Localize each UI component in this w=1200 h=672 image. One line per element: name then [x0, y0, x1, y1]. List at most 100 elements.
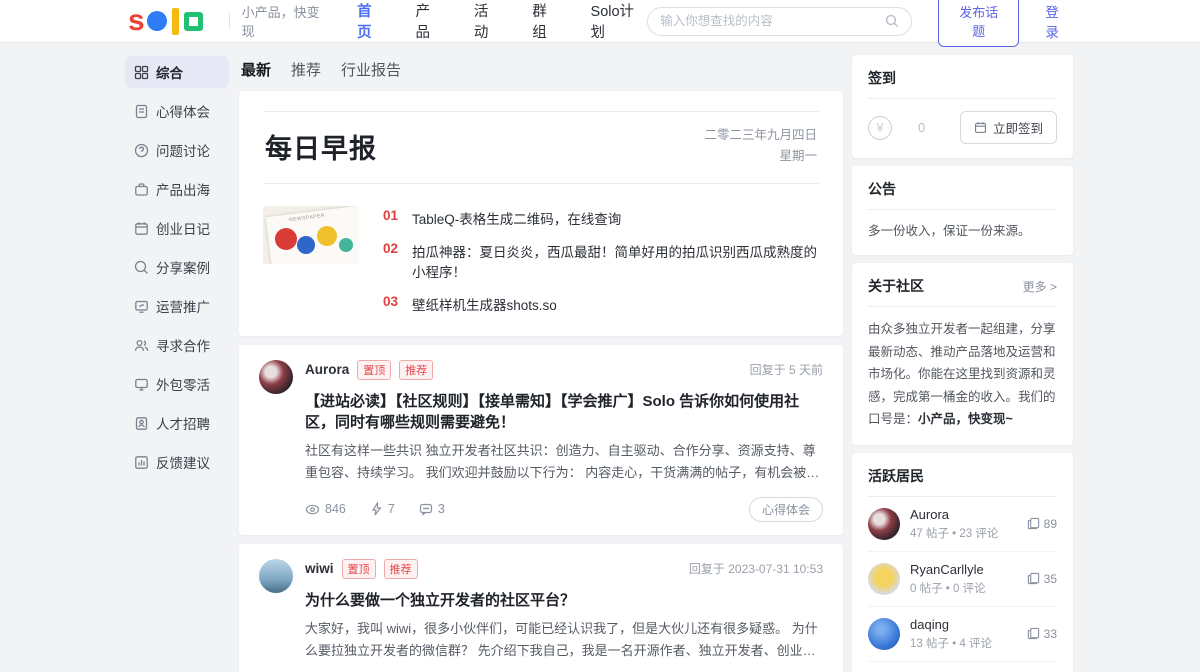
sidebar-item-label: 寻求合作: [156, 335, 210, 355]
post-card[interactable]: wiwi 置顶 推荐 回复于 2023-07-31 10:53 为什么要做一个独…: [239, 544, 843, 672]
avatar[interactable]: [259, 360, 293, 394]
logo-bar-icon: [172, 8, 179, 35]
search-box[interactable]: [647, 7, 912, 36]
search-icon[interactable]: [885, 14, 899, 28]
more-link[interactable]: 更多 >: [1023, 278, 1057, 295]
sidebar-item-overseas[interactable]: 产品出海: [125, 173, 229, 205]
question-icon: [134, 143, 149, 158]
resident-name[interactable]: daqing: [910, 617, 1027, 632]
sidebar-item-label: 分享案例: [156, 257, 210, 277]
tagline-wrap: 小产品，快变现: [217, 2, 331, 40]
post-time: 回复于 2023-07-31 10:53: [689, 560, 823, 577]
active-residents-card: 活跃居民 Aurora 47 帖子 • 23 评论 89 RyanCarllyl…: [852, 453, 1073, 672]
nav-home[interactable]: 首页: [357, 0, 385, 42]
id-card-icon: [134, 416, 149, 431]
announcement-title: 公告: [868, 179, 896, 199]
sidebar-item-feedback[interactable]: 反馈建议: [125, 446, 229, 478]
nav-solo-plan[interactable]: Solo计划: [591, 0, 648, 42]
daily-item[interactable]: 02 拍瓜神器：夏日炎炎，西瓜最甜！简单好用的拍瓜识别西瓜成熟度的小程序！: [383, 241, 819, 281]
lightning-icon: [370, 502, 383, 516]
daily-report-thumbnail[interactable]: NEWSPAPER: [263, 206, 359, 264]
comments-stat[interactable]: 3: [419, 502, 445, 516]
sidebar-item-experience[interactable]: 心得体会: [125, 95, 229, 127]
chat-screen-icon: [134, 299, 149, 314]
about-slogan: 小产品，快变现~: [918, 412, 1013, 426]
resident-name[interactable]: Aurora: [910, 507, 1027, 522]
sidebar-item-cooperation[interactable]: 寻求合作: [125, 329, 229, 361]
tab-latest[interactable]: 最新: [241, 59, 271, 80]
sidebar-item-label: 产品出海: [156, 179, 210, 199]
grid-icon: [134, 65, 149, 80]
site-tagline: 小产品，快变现: [242, 2, 331, 40]
tab-industry-report[interactable]: 行业报告: [341, 59, 401, 80]
announcement-card: 公告 多一份收入，保证一份来源。: [852, 166, 1073, 255]
sidebar-item-diary[interactable]: 创业日记: [125, 212, 229, 244]
resident-name[interactable]: RyanCarllyle: [910, 562, 1027, 577]
post-title[interactable]: 【进站必读】【社区规则】【接单需知】【学会推广】Solo 告诉你如何使用社区，同…: [305, 390, 823, 432]
main-nav: 首页 产品 活动 群组 Solo计划: [357, 0, 647, 42]
pinned-badge: 置顶: [342, 559, 376, 579]
avatar[interactable]: [259, 559, 293, 593]
publish-topic-button[interactable]: 发布话题: [938, 0, 1019, 47]
resident-row[interactable]: daqing 13 帖子 • 4 评论 33: [868, 607, 1057, 662]
sidebar-item-marketing[interactable]: 运营推广: [125, 290, 229, 322]
sidebar-item-freelance[interactable]: 外包零活: [125, 368, 229, 400]
post-title[interactable]: 为什么要做一个独立开发者的社区平台？: [305, 589, 823, 610]
avatar[interactable]: [868, 508, 900, 540]
sidebar-item-label: 人才招聘: [156, 413, 210, 433]
pages-icon: [1027, 627, 1040, 640]
sidebar-item-questions[interactable]: 问题讨论: [125, 134, 229, 166]
announcement-text: 多一份收入，保证一份来源。: [868, 221, 1057, 241]
sidebar-item-recruiting[interactable]: 人才招聘: [125, 407, 229, 439]
daily-item-number: 01: [383, 208, 398, 228]
daily-item[interactable]: 01 TableQ-表格生成二维码，在线查询: [383, 208, 819, 228]
nav-products[interactable]: 产品: [416, 0, 444, 42]
category-pill[interactable]: 心得体会: [749, 497, 823, 522]
daily-report-title: 每日早报: [265, 127, 377, 166]
search-input[interactable]: [660, 14, 885, 28]
sidebar-item-cases[interactable]: 分享案例: [125, 251, 229, 283]
recommended-badge: 推荐: [399, 360, 433, 380]
about-title: 关于社区: [868, 276, 924, 296]
login-link[interactable]: 登录: [1045, 1, 1072, 41]
daily-item-number: 02: [383, 241, 398, 281]
sidebar-item-label: 心得体会: [156, 101, 210, 121]
calendar-icon: [974, 121, 987, 134]
zap-stat[interactable]: 7: [370, 502, 395, 516]
nav-activities[interactable]: 活动: [474, 0, 502, 42]
magnifier-icon: [134, 260, 149, 275]
sidebar-item-label: 综合: [156, 62, 183, 82]
post-author[interactable]: Aurora: [305, 362, 349, 377]
tab-recommended[interactable]: 推荐: [291, 59, 321, 80]
daily-item-text: 拍瓜神器：夏日炎炎，西瓜最甜！简单好用的拍瓜识别西瓜成熟度的小程序！: [412, 241, 819, 281]
daily-report-list: 01 TableQ-表格生成二维码，在线查询 02 拍瓜神器：夏日炎炎，西瓜最甜…: [383, 206, 819, 314]
resident-row[interactable]: Aurora 47 帖子 • 23 评论 89: [868, 497, 1057, 552]
signin-card: 签到 ¥ 0 立即签到: [852, 55, 1073, 158]
document-icon: [134, 104, 149, 119]
avatar[interactable]: [868, 563, 900, 595]
sidebar-item-label: 反馈建议: [156, 452, 210, 472]
post-time: 回复于 5 天前: [750, 361, 823, 378]
about-card: 关于社区 更多 > 由众多独立开发者一起组建，分享最新动态、推动产品落地及运营和…: [852, 263, 1073, 445]
resident-row[interactable]: RyanCarllyle 0 帖子 • 0 评论 35: [868, 552, 1057, 607]
coin-balance: 0: [918, 120, 925, 135]
sidebar-item-general[interactable]: 综合: [125, 56, 229, 88]
post-card[interactable]: Aurora 置顶 推荐 回复于 5 天前 【进站必读】【社区规则】【接单需知】…: [239, 345, 843, 535]
signin-title: 签到: [868, 68, 896, 88]
daily-item[interactable]: 03 壁纸样机生成器shots.so: [383, 294, 819, 314]
nav-groups[interactable]: 群组: [532, 0, 560, 42]
pinned-badge: 置顶: [357, 360, 391, 380]
resident-score: 33: [1027, 627, 1057, 641]
residents-title: 活跃居民: [868, 466, 924, 486]
avatar[interactable]: [868, 618, 900, 650]
resident-row[interactable]: 前端理想哥 8 帖子 • 0 评论 32: [868, 662, 1057, 672]
calendar-icon: [134, 221, 149, 236]
sidebar-item-label: 创业日记: [156, 218, 210, 238]
coin-icon: ¥: [868, 116, 892, 140]
signin-now-button[interactable]: 立即签到: [960, 111, 1057, 144]
chart-icon: [134, 455, 149, 470]
post-author[interactable]: wiwi: [305, 561, 334, 576]
daily-report-card: 每日早报 二零二三年九月四日 星期一 NEWSPAPER 01 TableQ-表…: [239, 91, 843, 336]
solo-logo[interactable]: s: [128, 8, 203, 35]
daily-report-header: 每日早报 二零二三年九月四日 星期一: [263, 111, 819, 184]
